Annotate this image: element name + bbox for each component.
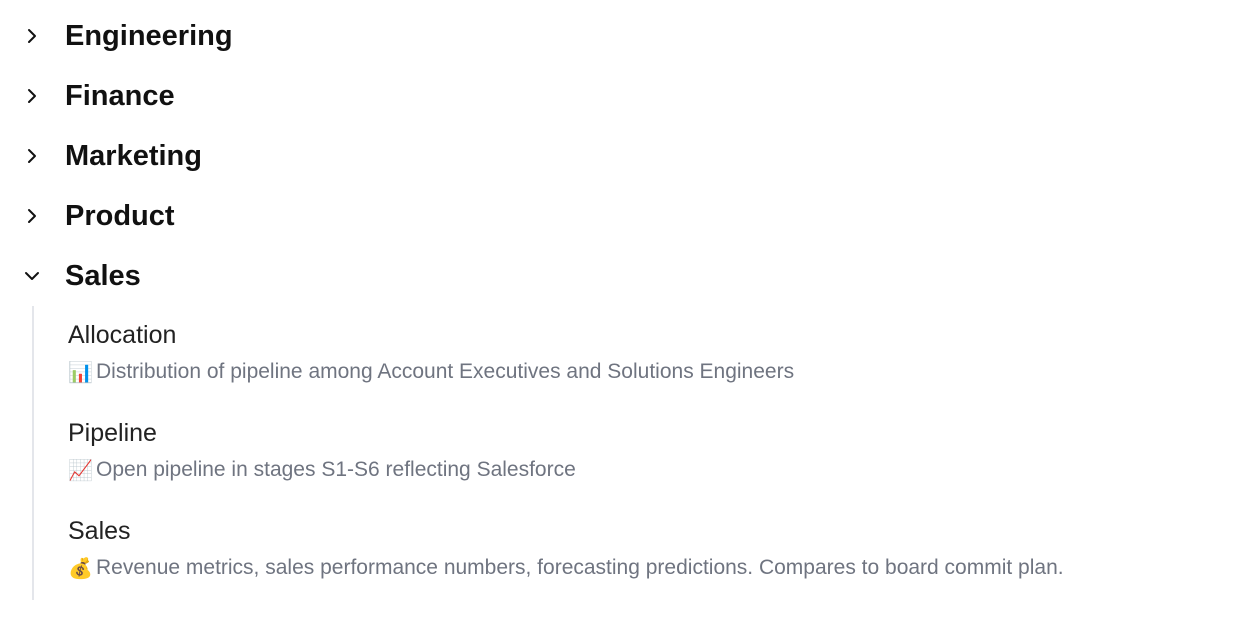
sales-children: Allocation 📊 Distribution of pipeline amo… xyxy=(32,306,1234,600)
item-title[interactable]: Pipeline xyxy=(68,418,157,448)
dashboard-tree: Engineering Finance Marketing Product Sa… xyxy=(0,0,1250,626)
item-description: 📊 Distribution of pipeline among Account … xyxy=(68,358,794,386)
item-title[interactable]: Sales xyxy=(68,516,131,546)
list-item-pipeline[interactable]: Pipeline 📈 Open pipeline in stages S1-S6 … xyxy=(68,404,1228,484)
chevron-right-icon[interactable] xyxy=(22,146,42,166)
item-description-text: Distribution of pipeline among Account E… xyxy=(96,360,795,383)
item-description: 📈 Open pipeline in stages S1-S6 reflectin… xyxy=(68,456,576,484)
group-title[interactable]: Sales xyxy=(65,259,141,293)
chevron-right-icon[interactable] xyxy=(22,86,42,106)
item-description-text: Open pipeline in stages S1-S6 reflecting… xyxy=(96,458,576,481)
chevron-right-icon[interactable] xyxy=(22,26,42,46)
item-description-text: Revenue metrics, sales performance numbe… xyxy=(96,556,1064,579)
money-bag-icon: 💰 xyxy=(68,556,93,580)
chevron-down-icon[interactable] xyxy=(22,266,42,286)
group-header-marketing[interactable]: Marketing xyxy=(0,136,1250,176)
list-item-allocation[interactable]: Allocation 📊 Distribution of pipeline amo… xyxy=(68,306,1228,386)
group-header-finance[interactable]: Finance xyxy=(0,76,1250,116)
item-title[interactable]: Allocation xyxy=(68,320,176,350)
group-title[interactable]: Engineering xyxy=(65,19,233,53)
group-header-engineering[interactable]: Engineering xyxy=(0,16,1250,56)
item-description: 💰 Revenue metrics, sales performance numb… xyxy=(68,554,1064,582)
group-title[interactable]: Product xyxy=(65,199,175,233)
group-header-product[interactable]: Product xyxy=(0,196,1250,236)
chevron-right-icon[interactable] xyxy=(22,206,42,226)
group-title[interactable]: Finance xyxy=(65,79,175,113)
list-item-sales[interactable]: Sales 💰 Revenue metrics, sales performanc… xyxy=(68,502,1228,582)
line-chart-icon: 📈 xyxy=(68,458,93,482)
group-header-sales[interactable]: Sales xyxy=(0,256,1250,296)
bar-chart-icon: 📊 xyxy=(68,360,93,384)
group-title[interactable]: Marketing xyxy=(65,139,202,173)
